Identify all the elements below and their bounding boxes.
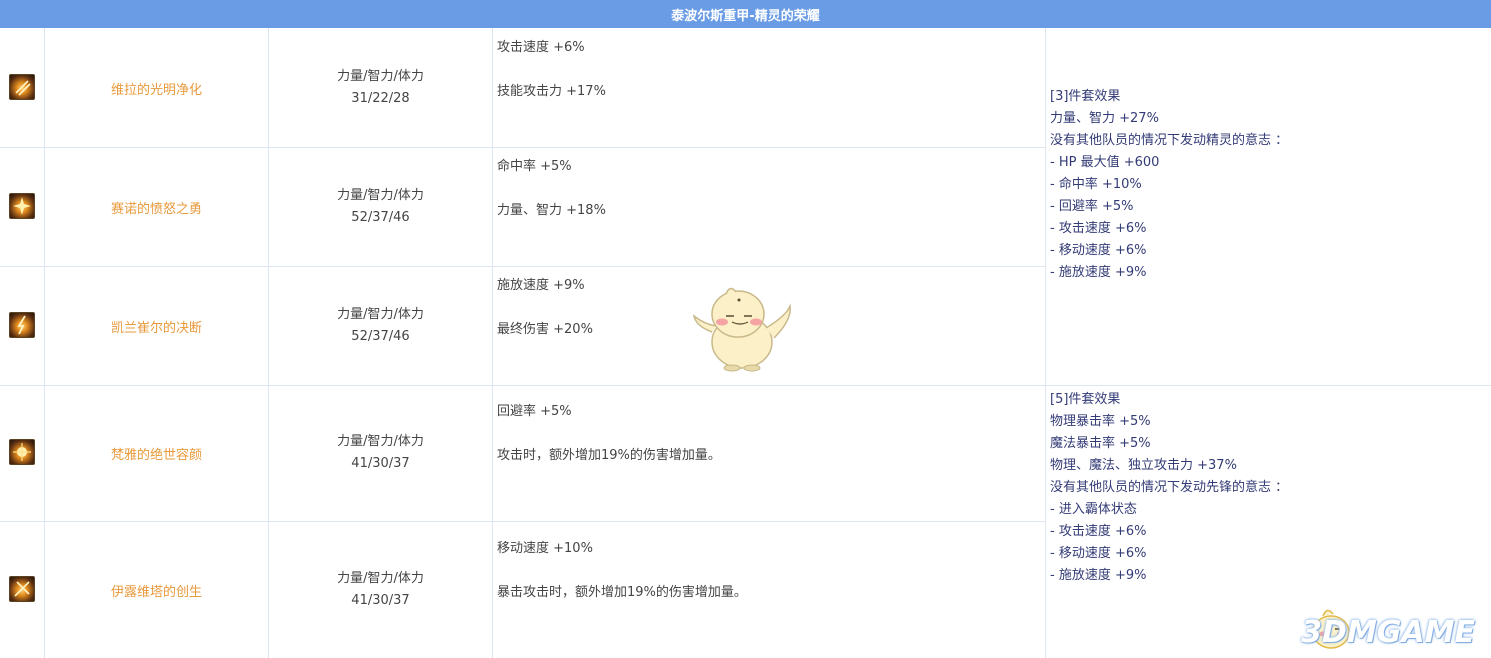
stat-label: 力量/智力/体力 xyxy=(337,307,424,322)
item-stats: 力量/智力/体力 31/22/28 xyxy=(269,66,492,110)
grid-divider xyxy=(1045,28,1046,658)
set-line: - 移动速度 +6% xyxy=(1050,243,1147,258)
grid-divider xyxy=(0,385,1491,386)
set-line: 物理暴击率 +5% xyxy=(1050,414,1151,429)
stat-value: 52/37/46 xyxy=(351,329,410,344)
item-effect: 回避率 +5% xyxy=(497,404,572,419)
set-line: 物理、魔法、独立攻击力 +37% xyxy=(1050,458,1237,473)
item-name[interactable]: 赛诺的愤怒之勇 xyxy=(45,198,268,217)
set-line: - 命中率 +10% xyxy=(1050,177,1142,192)
item-name[interactable]: 维拉的光明净化 xyxy=(45,79,268,98)
table-title: 泰波尔斯重甲-精灵的荣耀 xyxy=(0,0,1491,28)
table-title-text: 泰波尔斯重甲-精灵的荣耀 xyxy=(671,8,820,24)
item-name[interactable]: 梵雅的绝世容颜 xyxy=(45,444,268,463)
grid-divider xyxy=(492,28,493,658)
brand-watermark: 3DMGAME xyxy=(1285,600,1485,656)
item-effect: 力量、智力 +18% xyxy=(497,203,606,218)
stat-value: 52/37/46 xyxy=(351,210,410,225)
set-line: - 回避率 +5% xyxy=(1050,199,1134,214)
item-effect: 攻击时，额外增加19%的伤害增加量。 xyxy=(497,448,721,463)
set-line: 魔法暴击率 +5% xyxy=(1050,436,1151,451)
item-stats: 力量/智力/体力 41/30/37 xyxy=(269,568,492,612)
item-name[interactable]: 凯兰崔尔的决断 xyxy=(45,317,268,336)
set-line: [3]件套效果 xyxy=(1050,89,1121,104)
set-effect-3: [3]件套效果 力量、智力 +27% 没有其他队员的情况下发动精灵的意志 ： -… xyxy=(1050,86,1288,284)
stat-value: 41/30/37 xyxy=(351,456,410,471)
set-line: 力量、智力 +27% xyxy=(1050,111,1159,126)
equipment-icon[interactable] xyxy=(9,193,35,219)
stat-value: 31/22/28 xyxy=(351,91,410,106)
grid-divider xyxy=(44,28,45,658)
set-line: 没有其他队员的情况下发动精灵的意志 ： xyxy=(1050,133,1289,148)
item-stats: 力量/智力/体力 52/37/46 xyxy=(269,185,492,229)
item-stats: 力量/智力/体力 41/30/37 xyxy=(269,431,492,475)
set-line: - 移动速度 +6% xyxy=(1050,546,1147,561)
equipment-icon[interactable] xyxy=(9,439,35,465)
item-effect: 移动速度 +10% xyxy=(497,541,593,556)
item-effect: 攻击速度 +6% xyxy=(497,40,585,55)
set-line: - 施放速度 +9% xyxy=(1050,265,1147,280)
stat-value: 41/30/37 xyxy=(351,593,410,608)
grid-divider xyxy=(0,147,1045,148)
stat-label: 力量/智力/体力 xyxy=(337,188,424,203)
brand-text: 3DMGAME xyxy=(1301,615,1475,650)
set-line: [5]件套效果 xyxy=(1050,392,1121,407)
grid-divider xyxy=(0,266,1045,267)
set-line: - 进入霸体状态 xyxy=(1050,502,1137,517)
set-line: - 施放速度 +9% xyxy=(1050,568,1147,583)
equipment-icon[interactable] xyxy=(9,74,35,100)
grid-divider xyxy=(0,521,1045,522)
set-line: - HP 最大值 +600 xyxy=(1050,155,1160,170)
item-effect: 最终伤害 +20% xyxy=(497,322,593,337)
stat-label: 力量/智力/体力 xyxy=(337,69,424,84)
item-effect: 暴击攻击时，额外增加19%的伤害增加量。 xyxy=(497,585,747,600)
set-line: 没有其他队员的情况下发动先锋的意志 ： xyxy=(1050,480,1289,495)
item-effect: 技能攻击力 +17% xyxy=(497,84,606,99)
mascot-watermark-icon xyxy=(690,280,800,375)
set-line: - 攻击速度 +6% xyxy=(1050,221,1147,236)
item-name[interactable]: 伊露维塔的创生 xyxy=(45,581,268,600)
stat-label: 力量/智力/体力 xyxy=(337,571,424,586)
equipment-icon[interactable] xyxy=(9,312,35,338)
set-line: - 攻击速度 +6% xyxy=(1050,524,1147,539)
stat-label: 力量/智力/体力 xyxy=(337,434,424,449)
item-stats: 力量/智力/体力 52/37/46 xyxy=(269,304,492,348)
set-effect-5: [5]件套效果 物理暴击率 +5% 魔法暴击率 +5% 物理、魔法、独立攻击力 … xyxy=(1050,389,1288,587)
item-effect: 施放速度 +9% xyxy=(497,278,585,293)
item-effect: 命中率 +5% xyxy=(497,159,572,174)
equipment-icon[interactable] xyxy=(9,576,35,602)
